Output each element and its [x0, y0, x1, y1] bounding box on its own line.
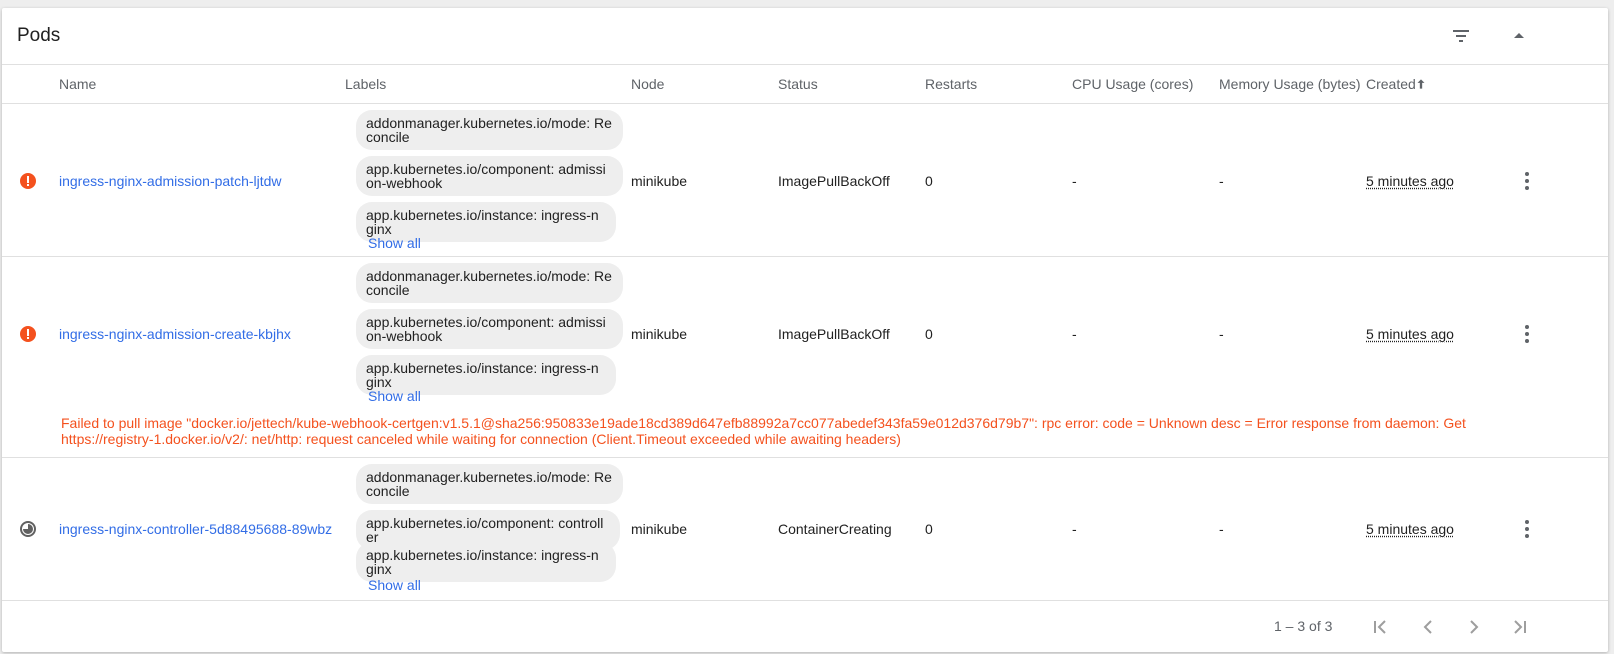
- col-created-label: Created: [1366, 76, 1416, 92]
- label-chip: addonmanager.kubernetes.io/mode: Reconci…: [356, 464, 623, 504]
- pagination-range: 1 – 3 of 3: [1274, 618, 1333, 634]
- pod-restarts: 0: [925, 326, 933, 342]
- label-chip: app.kubernetes.io/component: admission-w…: [356, 156, 623, 196]
- previous-page-icon[interactable]: [1416, 615, 1440, 639]
- col-name[interactable]: Name: [59, 65, 96, 103]
- pod-restarts: 0: [925, 173, 933, 189]
- next-page-icon[interactable]: [1462, 615, 1486, 639]
- pod-created: 5 minutes ago: [1366, 173, 1454, 189]
- error-icon: [20, 173, 36, 189]
- error-icon: [20, 326, 36, 342]
- label-chip: addonmanager.kubernetes.io/mode: Reconci…: [356, 263, 623, 303]
- pod-name-link[interactable]: ingress-nginx-admission-patch-ljtdw: [59, 173, 282, 189]
- pod-restarts: 0: [925, 521, 933, 537]
- pod-node: minikube: [631, 173, 688, 189]
- pagination: 1 – 3 of 3: [2, 601, 1608, 652]
- table-row: ingress-nginx-controller-5d88495688-89wb…: [2, 458, 1608, 601]
- label-chip: app.kubernetes.io/component: admission-w…: [356, 309, 623, 349]
- pod-node: minikube: [631, 521, 688, 537]
- label-chip: addonmanager.kubernetes.io/mode: Reconci…: [356, 110, 623, 150]
- more-vert-icon[interactable]: [1515, 517, 1539, 541]
- collapse-icon[interactable]: [1507, 24, 1531, 48]
- card-title: Pods: [17, 25, 61, 46]
- pod-memory: -: [1219, 521, 1224, 537]
- first-page-icon[interactable]: [1368, 615, 1392, 639]
- pods-card: Pods Name Labels Node Status Restarts CP…: [2, 8, 1608, 652]
- pod-node: minikube: [631, 326, 688, 342]
- pod-status: ImagePullBackOff: [778, 173, 890, 189]
- last-page-icon[interactable]: [1508, 615, 1532, 639]
- pod-memory: -: [1219, 173, 1224, 189]
- col-cpu[interactable]: CPU Usage (cores): [1072, 65, 1193, 103]
- label-chip: app.kubernetes.io/instance: ingress-ngin…: [356, 542, 616, 582]
- show-all-labels-link[interactable]: Show all: [368, 388, 421, 404]
- pod-status: ImagePullBackOff: [778, 326, 890, 342]
- col-status[interactable]: Status: [778, 65, 818, 103]
- sort-ascending-icon: [1417, 79, 1425, 89]
- col-labels: Labels: [345, 76, 387, 92]
- pod-status: ContainerCreating: [778, 521, 892, 537]
- pod-cpu: -: [1072, 521, 1077, 537]
- pod-cpu: -: [1072, 326, 1077, 342]
- col-node[interactable]: Node: [631, 65, 664, 103]
- table-row: ingress-nginx-admission-patch-ljtdw addo…: [2, 104, 1608, 257]
- pod-memory: -: [1219, 326, 1224, 342]
- card-header: Pods: [2, 8, 1608, 65]
- pod-name-link[interactable]: ingress-nginx-admission-create-kbjhx: [59, 326, 291, 342]
- pending-icon: [20, 521, 36, 537]
- col-restarts[interactable]: Restarts: [925, 65, 977, 103]
- pod-name-link[interactable]: ingress-nginx-controller-5d88495688-89wb…: [59, 521, 332, 537]
- more-vert-icon[interactable]: [1515, 322, 1539, 346]
- col-created[interactable]: Created: [1366, 65, 1425, 103]
- pod-cpu: -: [1072, 173, 1077, 189]
- table-row: ingress-nginx-admission-create-kbjhx add…: [2, 257, 1608, 458]
- show-all-labels-link[interactable]: Show all: [368, 577, 421, 593]
- show-all-labels-link[interactable]: Show all: [368, 235, 421, 251]
- more-vert-icon[interactable]: [1515, 169, 1539, 193]
- filter-icon[interactable]: [1449, 24, 1473, 48]
- col-memory[interactable]: Memory Usage (bytes): [1219, 65, 1361, 103]
- pod-error-message: Failed to pull image "docker.io/jettech/…: [61, 415, 1466, 447]
- table-header: Name Labels Node Status Restarts CPU Usa…: [2, 65, 1608, 104]
- pod-created: 5 minutes ago: [1366, 521, 1454, 537]
- pod-created: 5 minutes ago: [1366, 326, 1454, 342]
